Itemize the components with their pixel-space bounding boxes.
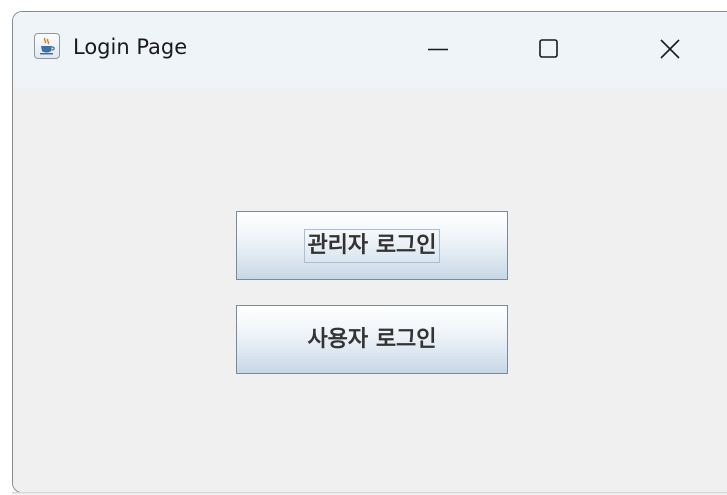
close-icon [660,39,680,59]
title-bar[interactable]: Login Page [13,12,727,88]
minimize-icon [428,48,448,51]
minimize-button[interactable] [393,12,483,88]
user-login-label: 사용자 로그인 [307,326,437,352]
desktop: Login Page 관리자 로그인 사용자 로그인 [0,0,727,495]
admin-login-label: 관리자 로그인 [304,228,440,263]
maximize-icon [539,39,558,58]
maximize-button[interactable] [504,12,594,88]
content-pane: 관리자 로그인 사용자 로그인 [13,88,727,492]
user-login-button[interactable]: 사용자 로그인 [236,305,508,374]
admin-login-button[interactable]: 관리자 로그인 [236,211,508,280]
java-cup-icon [34,33,60,59]
close-button[interactable] [625,12,715,88]
login-window: Login Page 관리자 로그인 사용자 로그인 [12,11,727,493]
window-title: Login Page [73,35,188,59]
